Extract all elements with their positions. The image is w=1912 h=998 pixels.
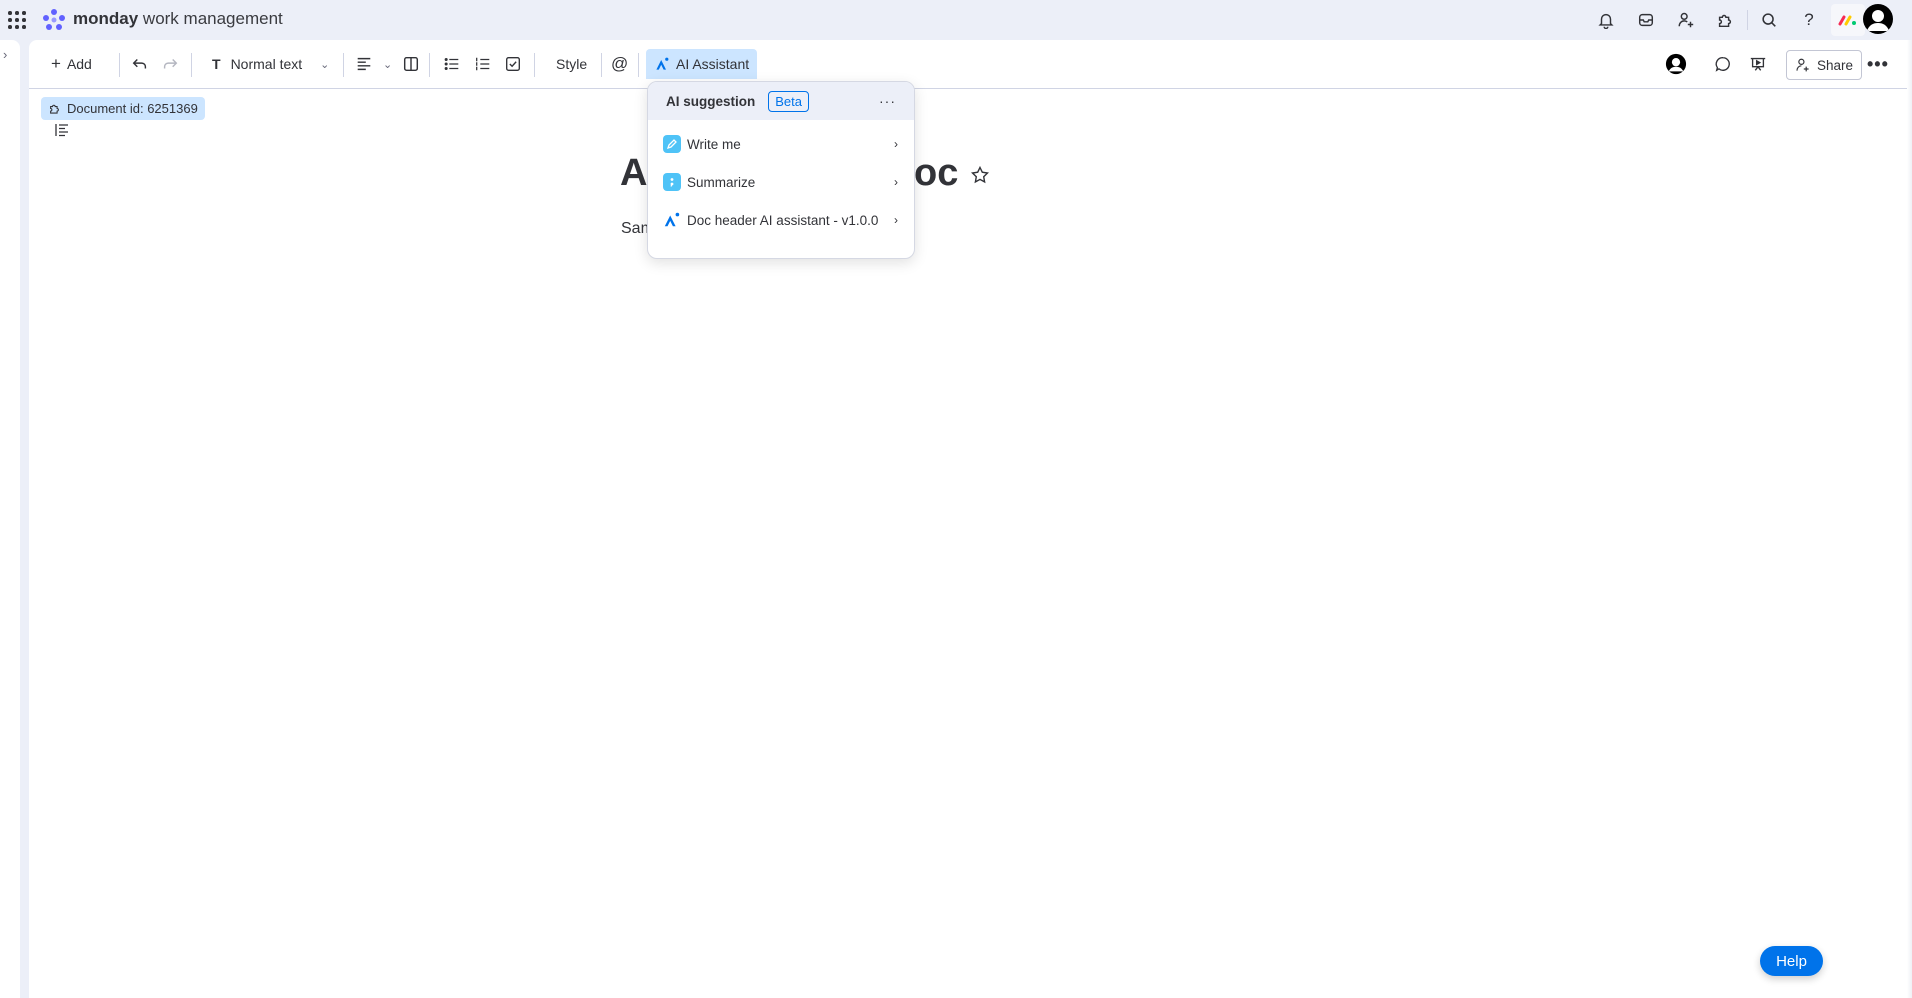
text-style-dropdown[interactable]: T Normal text ⌄: [212, 50, 329, 78]
toolbar-divider: [191, 53, 192, 77]
undo-button[interactable]: [131, 50, 149, 78]
toolbar-divider: [638, 53, 639, 77]
toolbar-divider: [119, 53, 120, 77]
scrollbar-track[interactable]: [1907, 40, 1912, 998]
document-title[interactable]: A: [620, 152, 648, 195]
plus-icon: +: [51, 54, 61, 73]
more-dots-icon[interactable]: ···: [879, 93, 896, 109]
ai-menu-header: AI suggestion Beta ···: [648, 82, 914, 120]
ai-assistant-label: AI Assistant: [676, 56, 750, 72]
toolbar-divider: [601, 53, 602, 77]
add-label: Add: [66, 56, 92, 72]
style-label: Style: [556, 56, 588, 72]
left-sidebar: ›: [0, 40, 20, 998]
layout-columns-button[interactable]: [402, 50, 420, 78]
numbered-list-button[interactable]: [474, 50, 492, 78]
style-button[interactable]: Style: [556, 50, 587, 78]
chevron-right-icon[interactable]: ›: [3, 48, 17, 62]
document-title-end[interactable]: oc: [914, 152, 958, 195]
more-dots-icon: •••: [1867, 53, 1889, 74]
more-options-button[interactable]: •••: [1867, 50, 1889, 78]
document-id-badge[interactable]: Document id: 6251369: [41, 97, 205, 120]
text-type-icon: T: [212, 56, 221, 72]
header-divider: [1747, 10, 1748, 30]
ai-assistant-icon: [656, 57, 669, 70]
menu-item-write-me[interactable]: Write me ›: [648, 126, 914, 162]
top-header: monday work management ?: [0, 0, 1912, 40]
chevron-down-icon: ⌄: [320, 58, 330, 71]
comments-button[interactable]: [1714, 50, 1732, 78]
share-button[interactable]: Share: [1786, 50, 1863, 80]
monday-logo-icon[interactable]: [42, 8, 66, 32]
chevron-right-icon: ›: [894, 213, 898, 227]
present-button[interactable]: [1749, 50, 1767, 78]
chevron-right-icon: ›: [894, 137, 898, 151]
notifications-icon[interactable]: [1594, 8, 1618, 32]
search-icon[interactable]: [1757, 8, 1781, 32]
at-sign-icon: @: [611, 54, 629, 73]
toolbar-divider: [429, 53, 430, 77]
table-of-contents-icon[interactable]: [54, 122, 70, 138]
undo-icon: [132, 58, 147, 69]
help-icon[interactable]: ?: [1797, 8, 1821, 32]
menu-item-summarize[interactable]: Summarize ›: [648, 164, 914, 200]
bullet-list-icon: [444, 57, 459, 71]
ai-assistant-button[interactable]: AI Assistant: [646, 49, 758, 79]
ai-assistant-icon: [663, 211, 681, 229]
numbered-list-icon: [476, 57, 490, 71]
menu-item-label: Write me: [687, 136, 741, 152]
redo-icon: [163, 58, 178, 69]
redo-button[interactable]: [161, 50, 179, 78]
help-button[interactable]: Help: [1760, 946, 1823, 976]
monday-mini-logo-icon[interactable]: [1831, 4, 1865, 36]
comment-icon: [1715, 57, 1730, 72]
apps-marketplace-icon[interactable]: [1713, 8, 1737, 32]
doc-owner-avatar[interactable]: [1665, 50, 1687, 78]
text-style-label: Normal text: [230, 56, 303, 72]
user-avatar[interactable]: [1863, 4, 1893, 34]
checklist-button[interactable]: [504, 50, 522, 78]
invite-members-icon[interactable]: [1674, 8, 1698, 32]
menu-item-label: Summarize: [687, 174, 756, 190]
align-left-icon: [357, 57, 371, 71]
doc-toolbar: + Add T Normal text ⌄ ⌄ Style @ AI Assis…: [29, 40, 1912, 89]
share-label: Share: [1817, 57, 1854, 73]
document-panel: + Add T Normal text ⌄ ⌄ Style @ AI Assis…: [29, 40, 1912, 998]
ai-assistant-menu: AI suggestion Beta ··· Write me › Summar…: [647, 81, 915, 259]
mention-button[interactable]: @: [611, 50, 628, 78]
user-avatar-icon: [1665, 53, 1687, 75]
document-id-label: Document id: 6251369: [67, 101, 198, 116]
menu-item-doc-header-ai-assistant[interactable]: Doc header AI assistant - v1.0.0 ›: [648, 202, 914, 238]
beta-badge: Beta: [768, 90, 810, 112]
bullet-list-button[interactable]: [443, 50, 461, 78]
pencil-icon: [663, 135, 681, 153]
brand-name: monday work management: [73, 9, 283, 29]
add-button[interactable]: + Add: [51, 50, 92, 78]
chevron-down-icon: ⌄: [383, 58, 393, 71]
apps-grid-icon[interactable]: [8, 11, 26, 29]
menu-item-label: Doc header AI assistant - v1.0.0: [687, 212, 879, 228]
brand-rest: work management: [138, 9, 283, 28]
inbox-icon[interactable]: [1634, 8, 1658, 32]
favorite-star-icon[interactable]: [970, 165, 990, 185]
columns-icon: [403, 56, 419, 72]
brand-bold: monday: [73, 9, 139, 28]
chevron-right-icon: ›: [894, 175, 898, 189]
summarize-icon: [663, 173, 681, 191]
checkbox-icon: [506, 57, 520, 71]
presentation-icon: [1750, 57, 1766, 71]
toolbar-divider: [343, 53, 344, 77]
align-dropdown[interactable]: ⌄: [355, 50, 392, 78]
toolbar-divider: [534, 53, 535, 77]
puzzle-icon: [50, 104, 59, 114]
invite-icon: [1796, 58, 1809, 72]
ai-suggestion-label: AI suggestion: [666, 93, 756, 109]
